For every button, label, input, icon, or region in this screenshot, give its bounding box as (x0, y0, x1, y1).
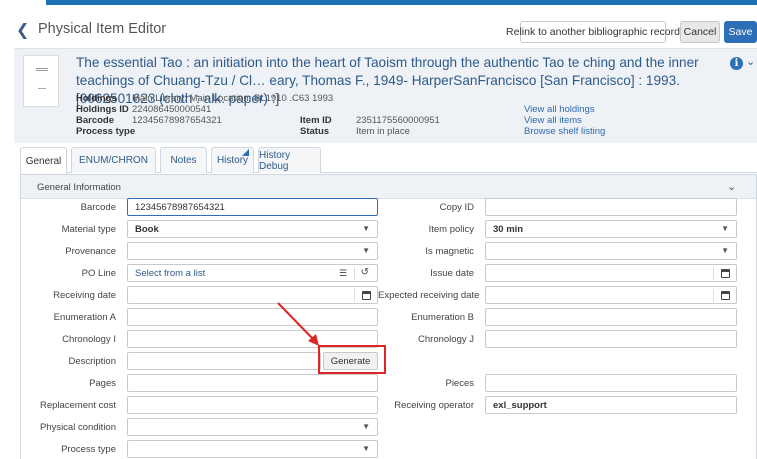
chronology-j-label: Chronology J (418, 334, 474, 345)
provenance-select[interactable]: ▼ (127, 242, 378, 260)
receiving-date-label: Receiving date (53, 290, 116, 301)
po-line-input[interactable]: Select from a list ☰ ↺ (127, 264, 378, 282)
caret-down-icon: ▼ (362, 246, 370, 255)
issue-date-input[interactable] (485, 264, 737, 282)
pages-input[interactable] (127, 374, 378, 392)
replacement-cost-input[interactable] (127, 396, 378, 414)
item-id-label: Item ID (300, 115, 332, 126)
receiving-operator-label: Receiving operator (394, 400, 474, 411)
panel-header[interactable]: General Information ⌄ (21, 175, 756, 199)
description-input[interactable] (127, 352, 321, 370)
chronology-i-label: Chronology I (62, 334, 116, 345)
physical-condition-label: Physical condition (39, 422, 116, 433)
enumeration-b-input[interactable] (485, 308, 737, 326)
material-type-select[interactable]: Book ▼ (127, 220, 378, 238)
item-policy-label: Item policy (428, 224, 474, 235)
copy-id-input[interactable] (485, 198, 737, 216)
editor-header: ❮ Physical Item Editor Relink to another… (0, 14, 757, 48)
status-value: Item in place (356, 126, 410, 137)
calendar-icon[interactable] (721, 291, 730, 300)
panel-title: General Information (37, 182, 121, 193)
pieces-label: Pieces (445, 378, 474, 389)
barcode-input-value: 12345678987654321 (135, 201, 225, 213)
annotation-highlight-box (318, 345, 386, 374)
barcode-input[interactable]: 12345678987654321 (127, 198, 378, 216)
provenance-label: Provenance (65, 246, 116, 257)
replacement-cost-label: Replacement cost (39, 400, 116, 411)
book-cover-thumbnail (23, 55, 59, 107)
status-label: Status (300, 126, 330, 137)
tab-notes[interactable]: Notes (160, 147, 207, 173)
chevron-down-icon[interactable]: ⌄ (727, 180, 736, 193)
annotation-arrow-icon (277, 302, 319, 346)
enumeration-a-input[interactable] (127, 308, 378, 326)
material-type-label: Material type (61, 224, 116, 235)
pieces-input[interactable] (485, 374, 737, 392)
tab-enum-chron[interactable]: ENUM/CHRON (71, 147, 156, 173)
info-icon[interactable]: i (730, 57, 743, 70)
save-button[interactable]: Save (724, 21, 757, 43)
item-policy-value: 30 min (493, 223, 524, 235)
top-accent-bar-blue (46, 0, 757, 5)
tab-history-label: History (216, 155, 249, 166)
chronology-j-input[interactable] (485, 330, 737, 348)
relink-button[interactable]: Relink to another bibliographic record (506, 21, 680, 43)
enumeration-b-label: Enumeration B (411, 312, 474, 323)
holdings-id-value: 224086450000541 (132, 104, 212, 115)
copy-id-label: Copy ID (439, 202, 474, 213)
chevron-left-icon[interactable]: ❮ (16, 20, 29, 40)
holdings-value[interactable]: Main Library: Main Location; BL1910 .C63… (132, 93, 333, 104)
history-icon[interactable]: ↺ (361, 267, 369, 278)
caret-down-icon: ▼ (362, 224, 370, 233)
barcode-label: Barcode (76, 115, 115, 126)
issue-date-label: Issue date (430, 268, 474, 279)
is-magnetic-select[interactable]: ▼ (485, 242, 737, 260)
view-all-holdings-link[interactable]: View all holdings (524, 104, 595, 115)
process-type-field-label: Process type (61, 444, 116, 455)
barcode-value: 12345678987654321 (132, 115, 222, 126)
cancel-button[interactable]: Cancel (680, 21, 720, 43)
po-line-label: PO Line (81, 268, 116, 279)
calendar-icon[interactable] (721, 269, 730, 278)
description-label: Description (68, 356, 116, 367)
page-title: Physical Item Editor (38, 21, 167, 37)
holdings-label: Holdings (76, 93, 117, 104)
view-all-items-link[interactable]: View all items (524, 115, 582, 126)
tab-history[interactable]: History (211, 147, 254, 173)
receiving-date-input[interactable] (127, 286, 378, 304)
caret-down-icon: ▼ (362, 422, 370, 431)
receiving-operator-value: exl_support (493, 399, 547, 411)
barcode-field-label: Barcode (80, 202, 116, 213)
expected-receiving-date-input[interactable] (485, 286, 737, 304)
process-type-label: Process type (76, 126, 136, 137)
expected-receiving-date-label: Expected receiving date (378, 290, 480, 301)
tab-history-debug[interactable]: History Debug (258, 147, 321, 173)
process-type-value: - (132, 126, 136, 137)
po-line-placeholder: Select from a list (135, 267, 206, 279)
caret-down-icon: ▼ (721, 224, 729, 233)
chevron-down-icon[interactable]: ⌄ (746, 55, 755, 68)
item-id-value: 2351175560000951 (356, 115, 440, 126)
list-icon[interactable]: ☰ (339, 268, 347, 279)
holdings-id-label: Holdings ID (76, 104, 129, 115)
physical-condition-select[interactable]: ▼ (127, 418, 378, 436)
caret-down-icon: ▼ (362, 444, 370, 453)
browse-shelf-listing-link[interactable]: Browse shelf listing (524, 126, 605, 137)
caret-down-icon: ▼ (721, 246, 729, 255)
tab-bar: General ENUM/CHRON Notes History History… (20, 147, 757, 174)
pages-label: Pages (89, 378, 116, 389)
record-summary: The essential Tao : an initiation into t… (14, 48, 757, 143)
enumeration-a-label: Enumeration A (53, 312, 116, 323)
process-type-select[interactable]: ▼ (127, 440, 378, 458)
receiving-operator-input[interactable]: exl_support (485, 396, 737, 414)
material-type-value: Book (135, 223, 159, 235)
item-policy-select[interactable]: 30 min ▼ (485, 220, 737, 238)
tab-general[interactable]: General (20, 147, 67, 174)
flag-icon (242, 149, 249, 156)
calendar-icon[interactable] (362, 291, 371, 300)
is-magnetic-label: Is magnetic (425, 246, 474, 257)
top-accent-bar (0, 0, 757, 5)
